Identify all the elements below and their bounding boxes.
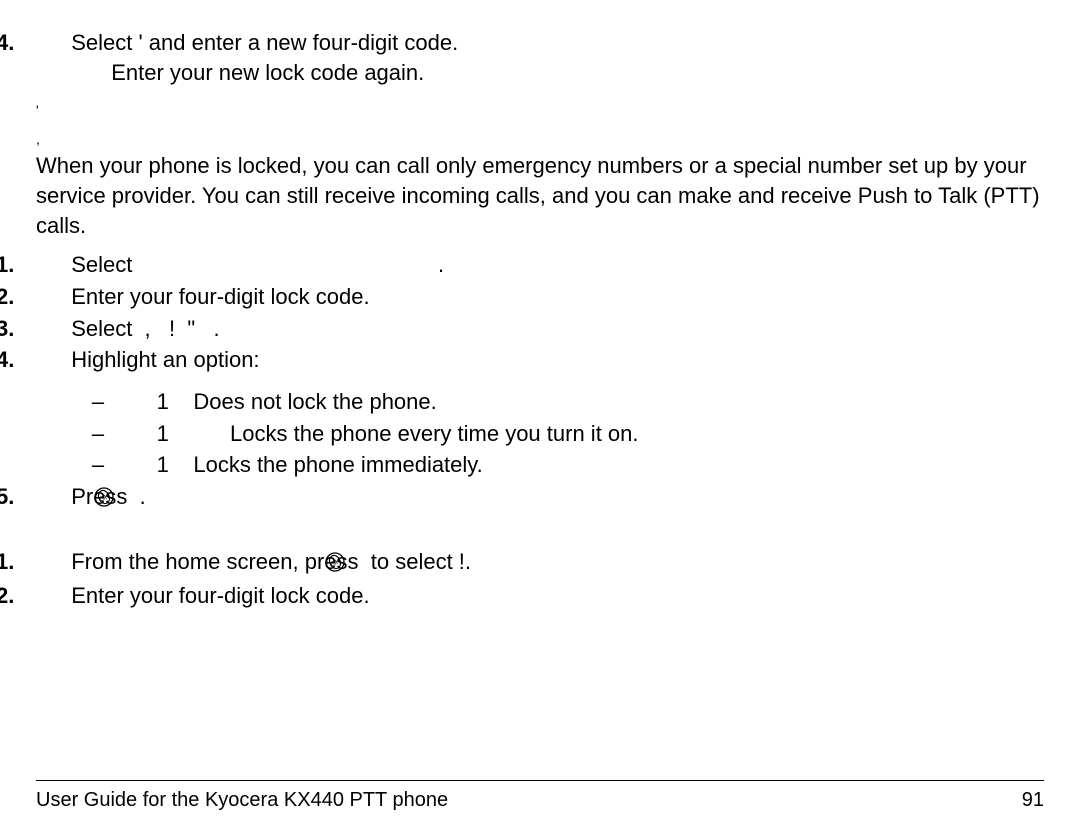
- b2-text: Enter your four-digit lock code.: [71, 583, 369, 608]
- list-item: 5.Press OK .: [36, 482, 1044, 515]
- list-item: 1.Select .: [36, 250, 1044, 280]
- option-text: Does not lock the phone.: [193, 389, 436, 414]
- steps-list-a-cont: 5.Press OK .: [36, 482, 1044, 515]
- option-dash: –: [76, 419, 120, 449]
- item-number: 4.: [36, 28, 71, 58]
- item-number: 5.: [36, 482, 71, 512]
- list-item: 4.Select ' and enter a new four-digit co…: [36, 28, 1044, 87]
- steps-list-b: 1.From the home screen, press OK to sele…: [36, 547, 1044, 611]
- list-item: 3.Select , ! " .: [36, 314, 1044, 344]
- item-text: Select , ! " .: [71, 316, 219, 341]
- b1-post: .: [465, 549, 471, 574]
- b1-pre: From the home screen, press: [71, 549, 364, 574]
- option-row: – 1 Locks the phone immediately.: [76, 450, 1044, 480]
- item-text: Select .: [71, 252, 444, 277]
- intro-paragraph: When your phone is locked, you can call …: [36, 151, 1044, 240]
- option-row: – 1 Does not lock the phone.: [76, 387, 1044, 417]
- step5-post: .: [134, 484, 146, 509]
- continued-list: 4.Select ' and enter a new four-digit co…: [36, 28, 1044, 87]
- option-mark: 1: [120, 452, 193, 477]
- page-number: 91: [1022, 787, 1044, 814]
- section-mark-line2: ,: [36, 130, 1044, 149]
- footer-title: User Guide for the Kyocera KX440 PTT pho…: [36, 789, 448, 811]
- option-text: Locks the phone immediately.: [193, 452, 482, 477]
- item-number: 4.: [36, 345, 71, 375]
- steps-list-a: 1.Select .2.Enter your four-digit lock c…: [36, 250, 1044, 375]
- item-number: 2.: [36, 282, 71, 312]
- option-text: Locks the phone every time you turn it o…: [230, 421, 638, 446]
- item-text: Enter your four-digit lock code.: [71, 284, 369, 309]
- item-text: Highlight an option:: [71, 347, 259, 372]
- b1-mid: to select !: [365, 549, 465, 574]
- option-mark: 1: [120, 421, 230, 446]
- option-row: – 1 Locks the phone every time you turn …: [76, 419, 1044, 449]
- item-text-a: Select: [71, 30, 138, 55]
- list-item: 1.From the home screen, press OK to sele…: [36, 547, 1044, 580]
- options-list: – 1 Does not lock the phone.– 1 Locks th…: [76, 387, 1044, 480]
- item-number: 2.: [36, 581, 71, 611]
- item-number: 1.: [36, 547, 71, 577]
- item-number: 1.: [36, 250, 71, 280]
- list-item: 4.Highlight an option:: [36, 345, 1044, 375]
- spacer: [36, 527, 1044, 545]
- list-item: 2.Enter your four-digit lock code.: [36, 581, 1044, 611]
- option-dash: –: [76, 387, 120, 417]
- page-footer: User Guide for the Kyocera KX440 PTT pho…: [36, 780, 1044, 814]
- item-text-c: and enter a new four-digit code.: [143, 30, 459, 55]
- item-text-line2: Enter your new lock code again.: [111, 60, 424, 85]
- option-mark: 1: [120, 389, 193, 414]
- list-item: 2.Enter your four-digit lock code.: [36, 282, 1044, 312]
- item-number: 3.: [36, 314, 71, 344]
- manual-page: 4.Select ' and enter a new four-digit co…: [0, 0, 1080, 834]
- option-dash: –: [76, 450, 120, 480]
- section-mark-line1: ': [36, 101, 1044, 120]
